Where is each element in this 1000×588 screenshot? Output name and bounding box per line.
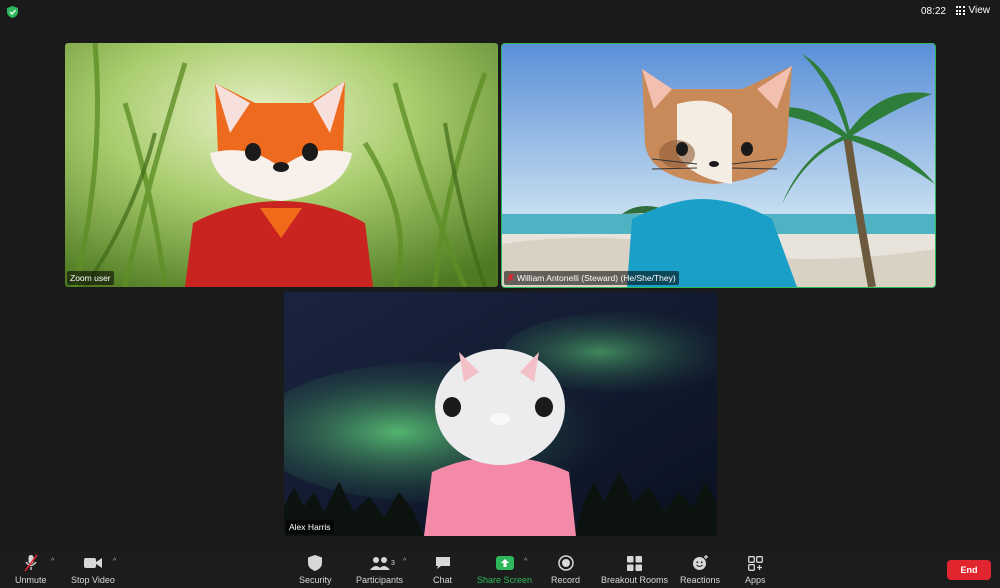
video-tile-william-antonelli[interactable]: William Antonelli (Steward) (He/She/They… [501, 43, 936, 288]
participants-count: 3 [391, 560, 395, 567]
encryption-shield-icon[interactable] [7, 6, 18, 18]
bunny-avatar-video [284, 292, 717, 536]
unmute-button[interactable]: Unmute [15, 553, 47, 585]
apps-button[interactable]: Apps [745, 553, 766, 585]
participant-name-tag: Alex Harris [286, 520, 334, 534]
participant-name: William Antonelli (Steward) (He/She/They… [517, 273, 676, 283]
top-bar: 08:22 View [0, 0, 1000, 24]
grid-icon [955, 6, 965, 15]
participants-icon [369, 553, 391, 573]
participants-label: Participants [356, 575, 404, 585]
record-label: Record [551, 575, 581, 585]
reactions-button[interactable]: Reactions [680, 553, 720, 585]
cat-avatar-video [502, 44, 935, 287]
unmute-label: Unmute [15, 575, 47, 585]
view-label: View [968, 5, 991, 16]
fox-avatar-video [65, 43, 498, 287]
share-screen-icon [495, 553, 514, 573]
video-tile-zoom-user[interactable]: Zoom user [65, 43, 498, 287]
chat-button[interactable]: Chat [433, 553, 452, 585]
breakout-rooms-button[interactable]: Breakout Rooms [601, 553, 668, 585]
share-screen-label: Share Screen [477, 575, 533, 585]
participant-name: Alex Harris [289, 522, 331, 532]
chat-bubble-icon [435, 553, 451, 573]
video-tile-alex-harris[interactable]: Alex Harris [284, 292, 717, 536]
video-options-caret[interactable]: ^ [113, 558, 116, 565]
participant-name-tag: William Antonelli (Steward) (He/She/They… [504, 271, 679, 285]
muted-mic-icon [24, 553, 38, 573]
participants-button[interactable]: Participants [356, 553, 403, 585]
record-button[interactable]: Record [551, 553, 580, 585]
record-icon [557, 553, 574, 573]
security-label: Security [299, 575, 332, 585]
meeting-clock: 08:22 [920, 6, 946, 17]
chat-label: Chat [433, 575, 453, 585]
smiley-plus-icon [692, 553, 709, 573]
video-camera-icon [83, 553, 103, 573]
view-button[interactable]: View [955, 5, 991, 16]
participant-name: Zoom user [70, 273, 111, 283]
end-meeting-button[interactable]: End [947, 560, 991, 580]
breakout-rooms-label: Breakout Rooms [601, 575, 669, 585]
breakout-rooms-icon [627, 553, 643, 573]
shield-icon [308, 553, 323, 573]
share-options-caret[interactable]: ^ [524, 558, 527, 565]
apps-label: Apps [745, 575, 766, 585]
reactions-label: Reactions [680, 575, 721, 585]
muted-mic-icon [507, 273, 514, 282]
security-button[interactable]: Security [299, 553, 332, 585]
participants-options-caret[interactable]: ^ [403, 558, 406, 565]
stop-video-button[interactable]: Stop Video [71, 553, 115, 585]
audio-options-caret[interactable]: ^ [51, 558, 54, 565]
stop-video-label: Stop Video [71, 575, 115, 585]
participant-name-tag: Zoom user [67, 271, 114, 285]
meeting-toolbar: Unmute ^ Stop Video ^ Security Participa… [0, 550, 1000, 588]
apps-icon [747, 553, 763, 573]
